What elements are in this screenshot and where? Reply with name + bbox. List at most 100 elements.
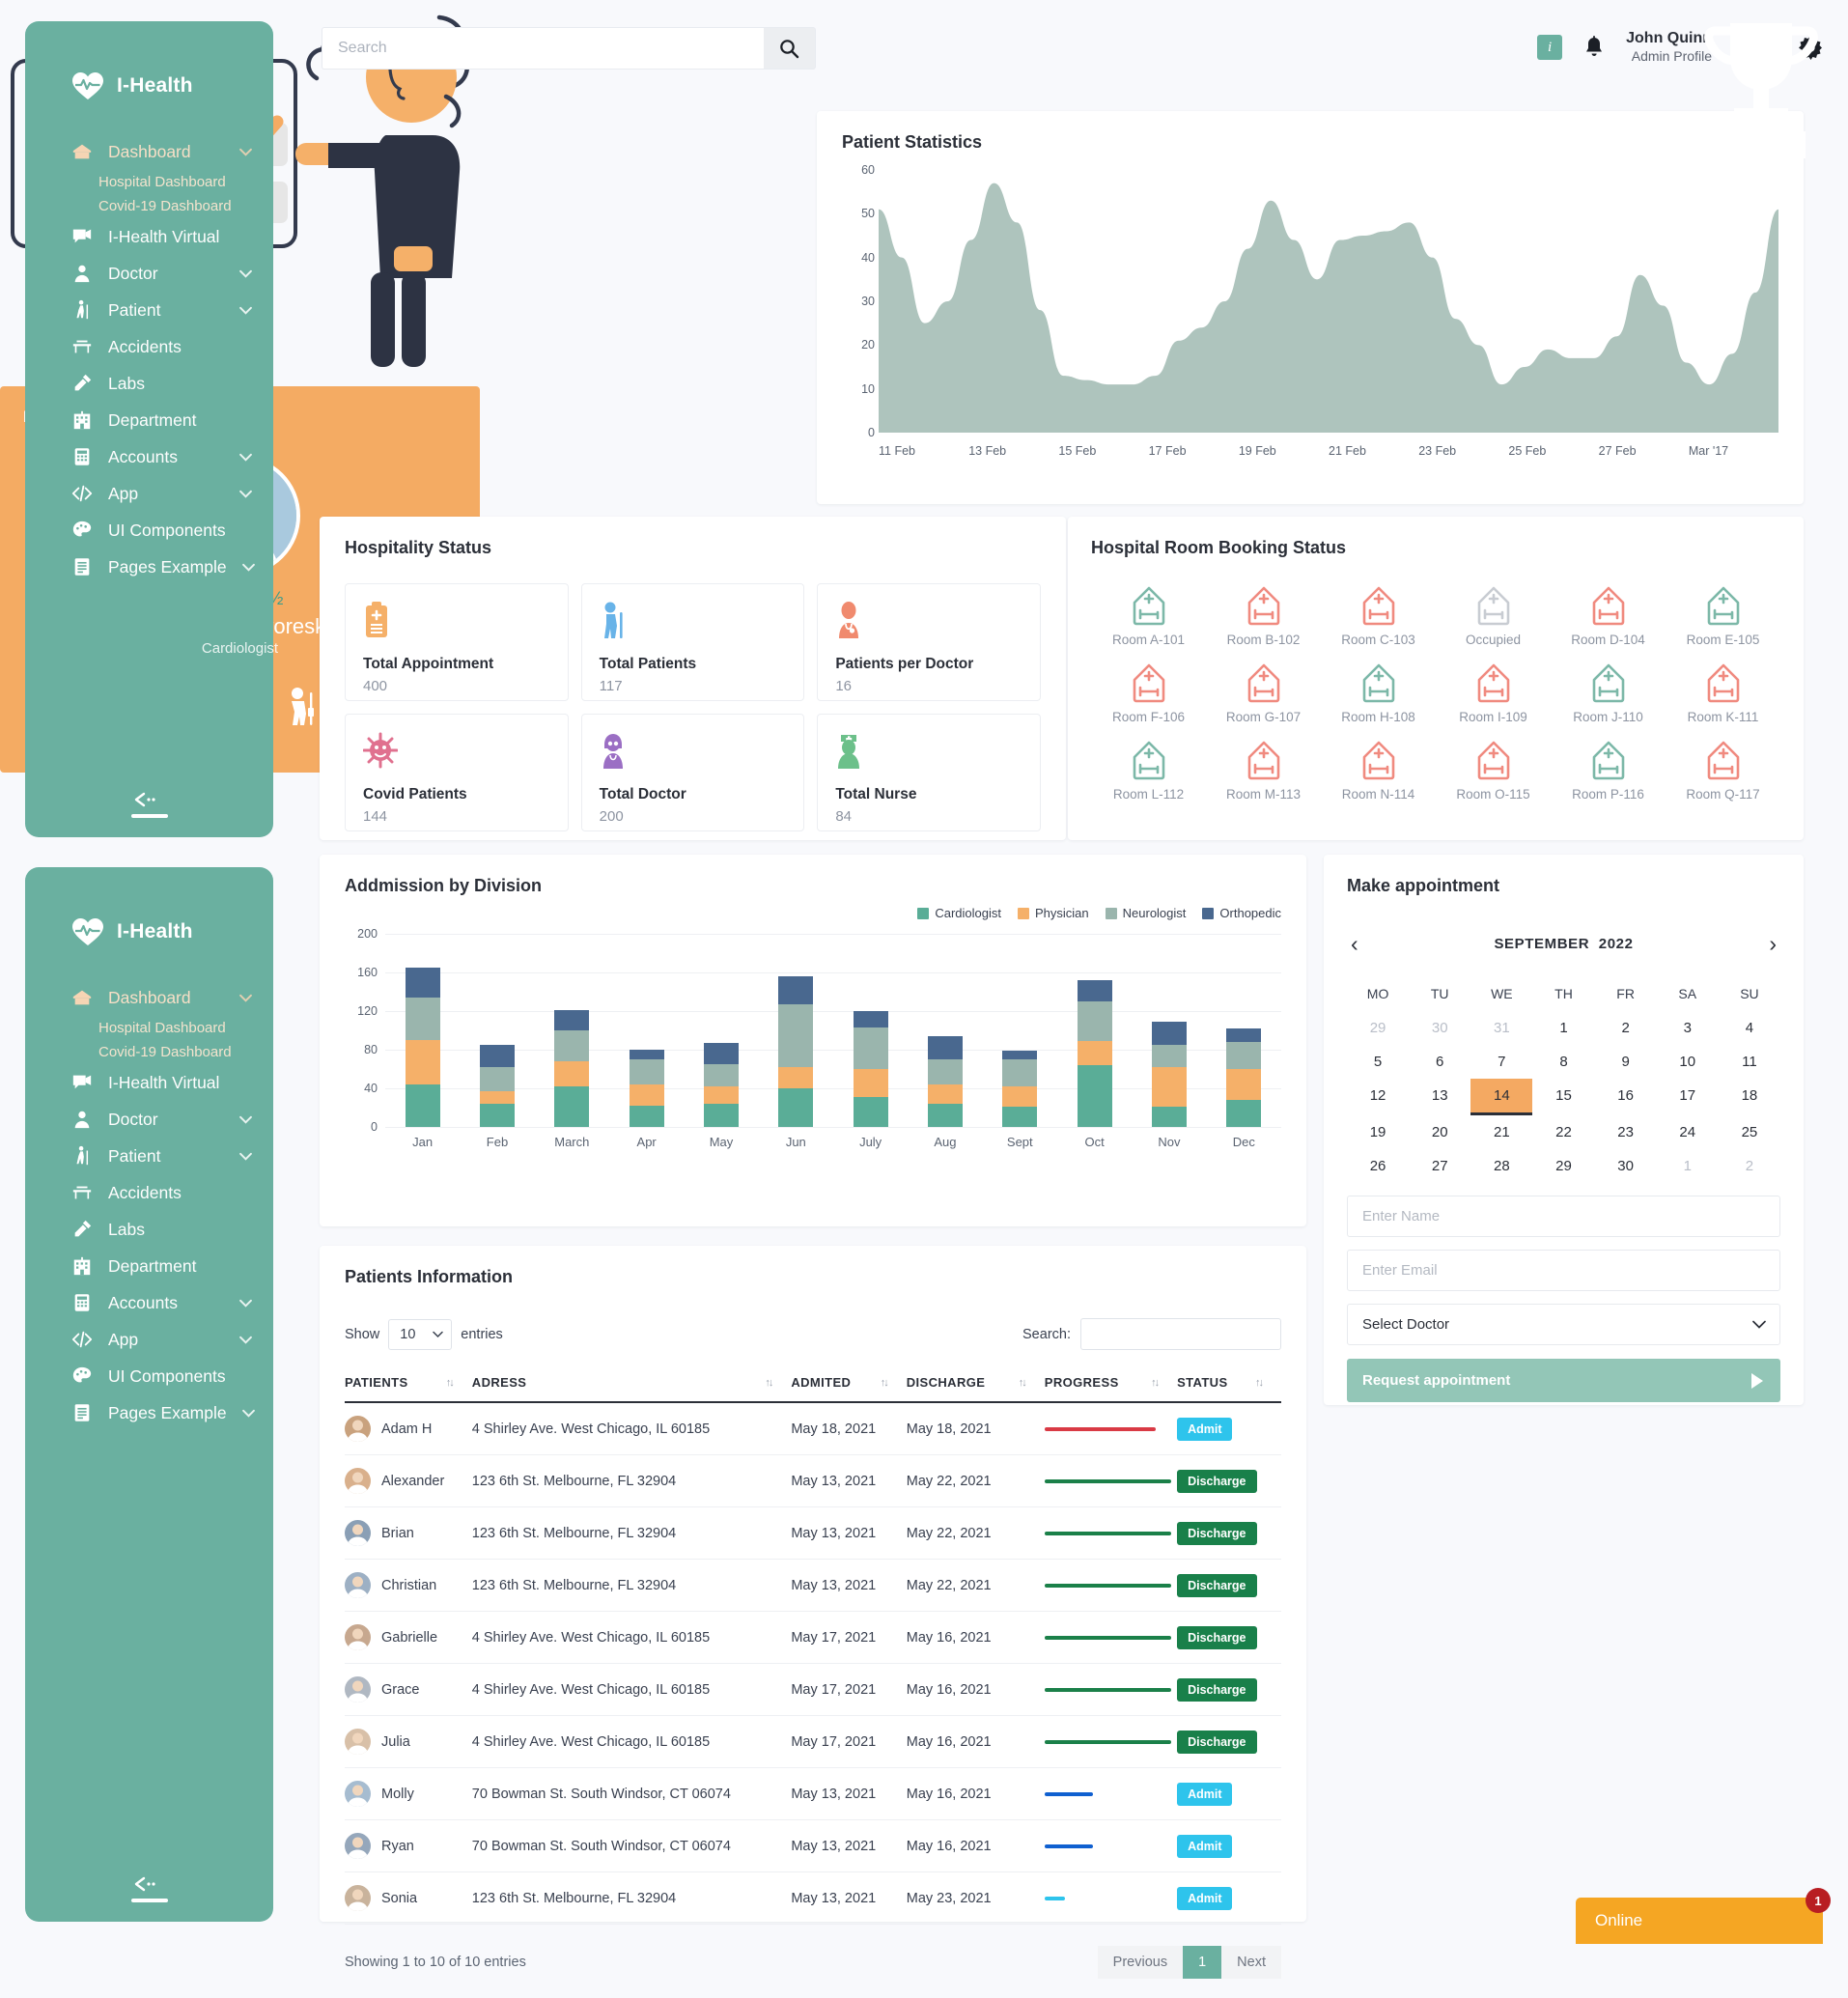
sidebar-item-department[interactable]: Department <box>25 402 273 438</box>
calendar-day[interactable]: 6 <box>1409 1045 1470 1079</box>
table-column-header[interactable]: STATUS ↑↓ <box>1177 1365 1281 1403</box>
table-column-header[interactable]: PATIENTS ↑↓ <box>345 1365 472 1403</box>
status-badge[interactable]: Discharge <box>1177 1573 1257 1597</box>
entries-select[interactable]: 102550100 <box>388 1318 453 1350</box>
calendar-day[interactable]: 18 <box>1719 1079 1780 1115</box>
table-row[interactable]: Sonia 123 6th St. Melbourne, FL 32904 Ma… <box>345 1871 1281 1925</box>
stat-card-patients-per-doctor[interactable]: Patients per Doctor 16 <box>817 583 1041 701</box>
sidebar-item-covid19-dashboard[interactable]: Covid-19 Dashboard <box>25 194 273 218</box>
status-badge[interactable]: Admit <box>1177 1417 1233 1441</box>
status-badge[interactable]: Discharge <box>1177 1469 1257 1493</box>
status-badge[interactable]: Discharge <box>1177 1677 1257 1702</box>
table-row[interactable]: Julia 4 Shirley Ave. West Chicago, IL 60… <box>345 1715 1281 1768</box>
calendar-day[interactable]: 16 <box>1595 1079 1657 1115</box>
calendar-day[interactable]: 24 <box>1657 1115 1719 1149</box>
calendar-day[interactable]: 11 <box>1719 1045 1780 1079</box>
status-badge[interactable]: Discharge <box>1177 1625 1257 1649</box>
sidebar-item-ui-components[interactable]: UI Components <box>25 1358 273 1394</box>
request-appointment-button[interactable]: Request appointment <box>1347 1359 1780 1402</box>
pagination-previous[interactable]: Previous <box>1097 1946 1184 1979</box>
sidebar-item-dashboard[interactable]: Dashboard <box>25 979 273 1016</box>
calendar-day[interactable]: 1 <box>1657 1149 1719 1183</box>
appointment-name-input[interactable] <box>1347 1196 1780 1237</box>
room-cell[interactable]: Room L-112 <box>1091 740 1206 802</box>
table-row[interactable]: Christian 123 6th St. Melbourne, FL 3290… <box>345 1559 1281 1612</box>
room-cell[interactable]: Room B-102 <box>1206 585 1321 647</box>
room-cell[interactable]: Room A-101 <box>1091 585 1206 647</box>
status-badge[interactable]: Admit <box>1177 1886 1233 1910</box>
table-search-input[interactable] <box>1080 1318 1281 1350</box>
table-column-header[interactable]: ADRESS ↑↓ <box>471 1365 792 1403</box>
bar-column[interactable] <box>385 934 460 1127</box>
stat-card-total-patients[interactable]: Total Patients 117 <box>580 583 805 701</box>
table-row[interactable]: Adam H 4 Shirley Ave. West Chicago, IL 6… <box>345 1402 1281 1455</box>
sidebar-item-accounts[interactable]: Accounts <box>25 1284 273 1321</box>
room-cell[interactable]: Room N-114 <box>1321 740 1436 802</box>
calendar-day[interactable]: 23 <box>1595 1115 1657 1149</box>
legend-item[interactable]: Neurologist <box>1105 906 1186 920</box>
sidebar-collapse-button[interactable] <box>25 1838 273 1902</box>
calendar-day[interactable]: 17 <box>1657 1079 1719 1115</box>
user-profile[interactable]: John Quinn Admin Profile <box>1626 29 1712 66</box>
table-row[interactable]: Alexander 123 6th St. Melbourne, FL 3290… <box>345 1454 1281 1507</box>
calendar-day[interactable]: 27 <box>1409 1149 1470 1183</box>
sidebar-item-patient[interactable]: Patient <box>25 292 273 328</box>
bar-column[interactable] <box>460 934 534 1127</box>
sidebar-item-accidents[interactable]: Accidents <box>25 328 273 365</box>
sidebar-item-app[interactable]: App <box>25 475 273 512</box>
calendar-day[interactable]: 3 <box>1657 1011 1719 1045</box>
calendar-day[interactable]: 29 <box>1532 1149 1594 1183</box>
pagination-page-1[interactable]: 1 <box>1183 1946 1222 1979</box>
sidebar-item-ui-components[interactable]: UI Components <box>25 512 273 549</box>
table-column-header[interactable]: PROGRESS ↑↓ <box>1044 1365 1178 1403</box>
sidebar-item-covid19-dashboard[interactable]: Covid-19 Dashboard <box>25 1040 273 1064</box>
calendar-day[interactable]: 29 <box>1347 1011 1409 1045</box>
room-cell[interactable]: Room J-110 <box>1551 662 1666 724</box>
status-badge[interactable]: Discharge <box>1177 1521 1257 1545</box>
room-cell[interactable]: Room K-111 <box>1666 662 1780 724</box>
bar-column[interactable] <box>1132 934 1206 1127</box>
legend-item[interactable]: Cardiologist <box>917 906 1001 920</box>
calendar-day[interactable]: 26 <box>1347 1149 1409 1183</box>
status-badge[interactable]: Admit <box>1177 1782 1233 1806</box>
table-row[interactable]: Molly 70 Bowman St. South Windsor, CT 06… <box>345 1767 1281 1820</box>
calendar-day[interactable]: 30 <box>1595 1149 1657 1183</box>
calendar-day[interactable]: 12 <box>1347 1079 1409 1115</box>
room-cell[interactable]: Room D-104 <box>1551 585 1666 647</box>
table-column-header[interactable]: DISCHARGE ↑↓ <box>906 1365 1045 1403</box>
sidebar-item-department[interactable]: Department <box>25 1248 273 1284</box>
sidebar-item-ihealth-virtual[interactable]: I-Health Virtual <box>25 1064 273 1101</box>
room-cell[interactable]: Occupied <box>1436 585 1551 647</box>
sidebar-item-doctor[interactable]: Doctor <box>25 1101 273 1138</box>
doctor-select[interactable]: Select Doctor <box>1347 1304 1780 1345</box>
stat-card-total-nurse[interactable]: Total Nurse 84 <box>817 714 1041 831</box>
sidebar-collapse-button[interactable] <box>25 753 273 818</box>
search-button[interactable] <box>764 27 816 70</box>
sidebar-item-doctor[interactable]: Doctor <box>25 255 273 292</box>
room-cell[interactable]: Room E-105 <box>1666 585 1780 647</box>
sidebar-item-patient[interactable]: Patient <box>25 1138 273 1174</box>
sidebar-item-pages-example[interactable]: Pages Example <box>25 549 273 585</box>
room-cell[interactable]: Room I-109 <box>1436 662 1551 724</box>
sidebar-item-pages-example[interactable]: Pages Example <box>25 1394 273 1431</box>
room-cell[interactable]: Room O-115 <box>1436 740 1551 802</box>
calendar-day[interactable]: 30 <box>1409 1011 1470 1045</box>
calendar-prev-button[interactable]: ‹ <box>1351 933 1358 955</box>
sidebar-item-labs[interactable]: Labs <box>25 1211 273 1248</box>
legend-item[interactable]: Physician <box>1018 906 1089 920</box>
pagination-next[interactable]: Next <box>1221 1946 1281 1979</box>
calendar-next-button[interactable]: › <box>1769 933 1777 955</box>
room-cell[interactable]: Room F-106 <box>1091 662 1206 724</box>
sidebar-item-dashboard[interactable]: Dashboard <box>25 133 273 170</box>
stat-card-covid-patients[interactable]: Covid Patients 144 <box>345 714 569 831</box>
calendar-day[interactable]: 7 <box>1470 1045 1532 1079</box>
calendar-day[interactable]: 1 <box>1532 1011 1594 1045</box>
calendar-day[interactable]: 4 <box>1719 1011 1780 1045</box>
room-cell[interactable]: Room Q-117 <box>1666 740 1780 802</box>
brand[interactable]: I-Health <box>25 867 273 979</box>
room-cell[interactable]: Room C-103 <box>1321 585 1436 647</box>
bar-column[interactable] <box>1207 934 1281 1127</box>
room-cell[interactable]: Room G-107 <box>1206 662 1321 724</box>
sidebar-item-accidents[interactable]: Accidents <box>25 1174 273 1211</box>
sidebar-item-hospital-dashboard[interactable]: Hospital Dashboard <box>25 1016 273 1040</box>
